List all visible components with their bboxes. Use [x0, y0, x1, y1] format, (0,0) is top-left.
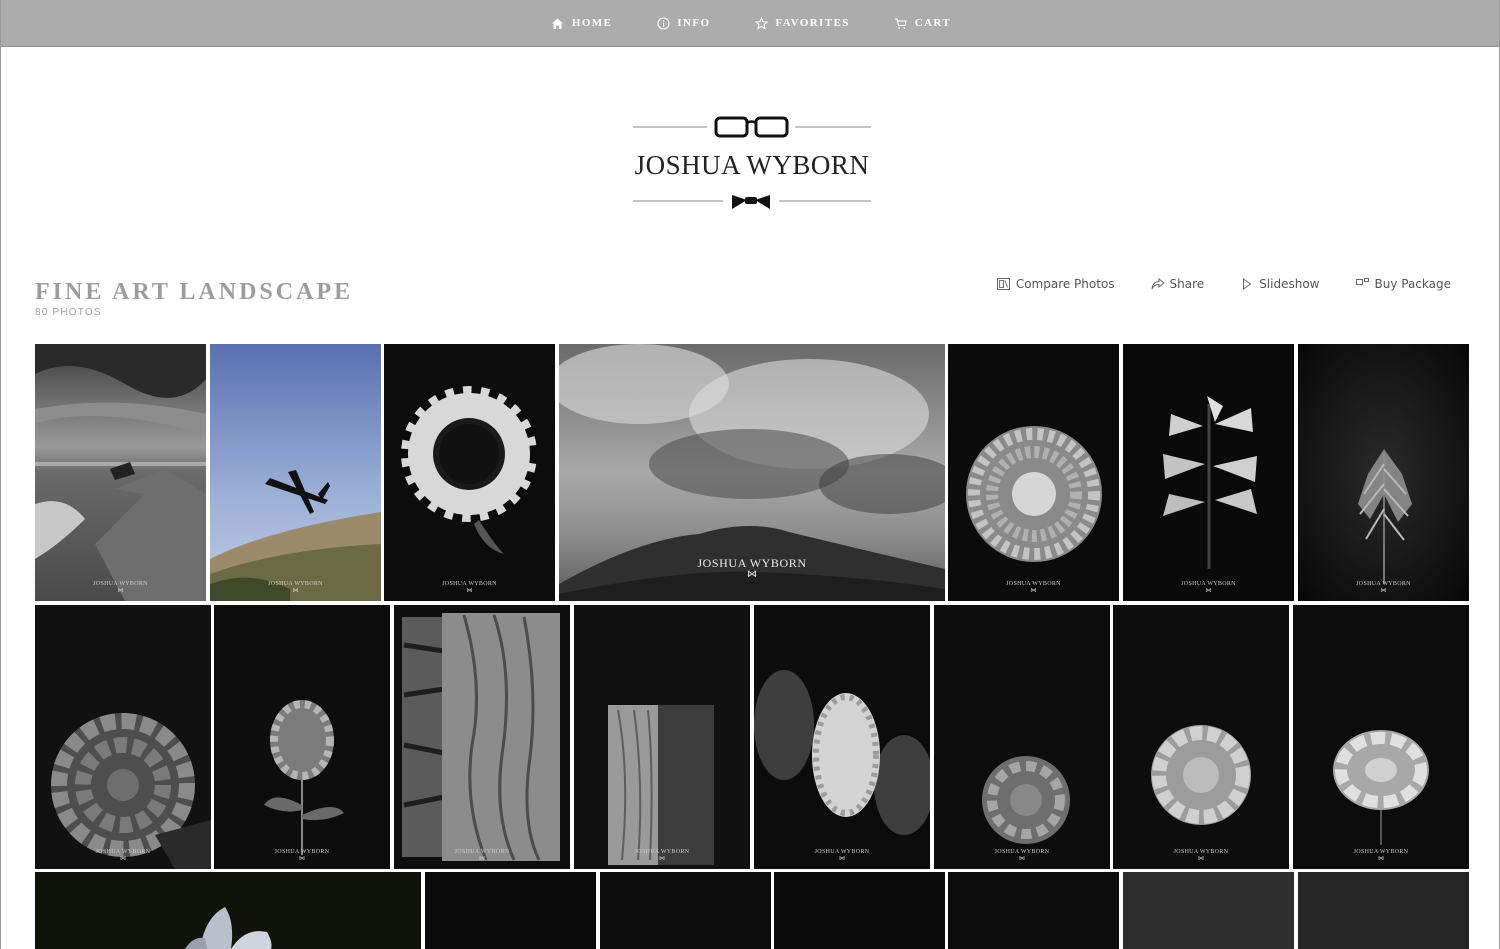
bowtie-icon: ⋈ [466, 588, 473, 594]
photo-log [574, 605, 750, 869]
photo-thumbnail[interactable]: JOSHUA WYBORN ⋈ [35, 344, 206, 601]
compare-photos-button[interactable]: Compare Photos [997, 277, 1115, 291]
bowtie-icon: ⋈ [1030, 588, 1037, 594]
bowtie-icon: ⋈ [479, 856, 485, 862]
play-icon [1240, 277, 1254, 291]
photo-watermark: JOSHUA WYBORN ⋈ [384, 581, 555, 595]
bowtie-icon: ⋈ [747, 569, 757, 580]
bowtie-icon: ⋈ [299, 856, 305, 862]
photo-thumbnail[interactable]: JOSHUA WYBORN ⋈ [1113, 605, 1289, 869]
photo-thumbnail[interactable] [35, 872, 421, 949]
photo-dahlia [948, 344, 1119, 601]
photo-grass-plume [1298, 344, 1469, 601]
photo-thumbnail[interactable] [600, 872, 771, 949]
photo-hydrangea [35, 605, 211, 869]
photo-watermark: JOSHUA WYBORN ⋈ [210, 581, 381, 595]
share-button[interactable]: Share [1151, 277, 1205, 291]
photo-watermark: JOSHUA WYBORN ⋈ [559, 556, 945, 580]
brand-name: JOSHUA WYBORN [634, 150, 870, 180]
photo-watermark: JOSHUA WYBORN ⋈ [574, 849, 750, 863]
photo-watermark: JOSHUA WYBORN ⋈ [948, 581, 1119, 595]
photo-thumbnail[interactable]: JOSHUA WYBORN ⋈ [559, 344, 945, 601]
photo-watermark: JOSHUA WYBORN ⋈ [35, 849, 211, 863]
photo-thumbnail[interactable]: JOSHUA WYBORN ⋈ [1293, 605, 1469, 869]
photo-thumbnail[interactable]: JOSHUA WYBORN ⋈ [1298, 344, 1469, 601]
photo-pier-waves [35, 344, 206, 601]
nav-info[interactable]: INFO [656, 0, 710, 47]
photo-thumbnail[interactable] [425, 872, 596, 949]
photo-count: 80 PHOTOS [35, 307, 102, 318]
package-icon [1355, 277, 1370, 291]
nav-cart[interactable]: CART [894, 0, 951, 47]
bowtie-icon: ⋈ [1205, 588, 1212, 594]
photo-watermark: JOSHUA WYBORN ⋈ [1123, 581, 1294, 595]
page-frame: HOME INFO FAVORITES CART JOSHUA WYBORN F… [0, 0, 1500, 949]
photo-thumbnail[interactable]: JOSHUA WYBORN ⋈ [384, 344, 555, 601]
nav-cart-label: CART [914, 17, 952, 29]
bowtie-icon: ⋈ [1378, 856, 1384, 862]
photo-watermark: JOSHUA WYBORN ⋈ [754, 849, 930, 863]
buy-package-label: Buy Package [1374, 277, 1452, 291]
share-icon [1151, 277, 1165, 291]
star-icon [754, 16, 768, 30]
photo-watermark: JOSHUA WYBORN ⋈ [35, 581, 206, 595]
slideshow-label: Slideshow [1259, 277, 1320, 291]
photo-thumbnail[interactable]: JOSHUA WYBORN ⋈ [214, 605, 390, 869]
bowtie-icon: ⋈ [659, 856, 665, 862]
photo-lilac [754, 605, 930, 869]
nav-favorites[interactable]: FAVORITES [754, 0, 849, 47]
nav-home-label: HOME [571, 17, 613, 29]
photo-thumbnail[interactable]: JOSHUA WYBORN ⋈ [1123, 344, 1294, 601]
photo-thumbnail[interactable]: JOSHUA WYBORN ⋈ [35, 605, 211, 869]
nav-info-label: INFO [677, 17, 711, 29]
buy-package-button[interactable]: Buy Package [1355, 277, 1452, 291]
photo-thumbnail[interactable] [1123, 872, 1294, 949]
photo-watermark: JOSHUA WYBORN ⋈ [1298, 581, 1469, 595]
photo-thumbnail[interactable] [774, 872, 945, 949]
photo-watermark: JOSHUA WYBORN ⋈ [934, 849, 1110, 863]
bowtie-icon: ⋈ [120, 856, 126, 862]
compare-icon [997, 277, 1011, 291]
nav-home[interactable]: HOME [551, 0, 612, 47]
photo-lilies [1123, 344, 1294, 601]
bowtie-icon: ⋈ [1380, 588, 1387, 594]
bowtie-icon: ⋈ [1198, 856, 1204, 862]
photo-hydrangea-stem [214, 605, 390, 869]
bowtie-icon: ⋈ [839, 856, 845, 862]
photo-watermark: JOSHUA WYBORN ⋈ [1113, 849, 1289, 863]
nav-favorites-label: FAVORITES [775, 17, 850, 29]
photo-thumbnail[interactable]: JOSHUA WYBORN ⋈ [394, 605, 570, 869]
info-icon [656, 16, 670, 30]
cart-icon [894, 16, 908, 30]
gallery-title: FINE ART LANDSCAPE [35, 279, 354, 305]
photo-thumbnail[interactable]: JOSHUA WYBORN ⋈ [948, 344, 1119, 601]
top-nav: HOME INFO FAVORITES CART [1, 0, 1499, 47]
photo-thumbnail[interactable] [1298, 872, 1469, 949]
bowtie-icon: ⋈ [117, 588, 124, 594]
bowtie-icon: ⋈ [292, 588, 299, 594]
photo-rose [934, 605, 1110, 869]
photo-flower-partial [35, 872, 421, 949]
photo-thumbnail[interactable]: JOSHUA WYBORN ⋈ [934, 605, 1110, 869]
photo-sunflower [384, 344, 555, 601]
gallery-actions: Compare Photos Share Slideshow Buy Packa… [961, 277, 1451, 291]
photo-watermark: JOSHUA WYBORN ⋈ [1293, 849, 1469, 863]
share-label: Share [1169, 277, 1205, 291]
photo-tree-bark [394, 605, 570, 869]
slideshow-button[interactable]: Slideshow [1240, 277, 1320, 291]
bowtie-icon: ⋈ [1019, 856, 1025, 862]
photo-thumbnail[interactable] [948, 872, 1119, 949]
photo-hydrangea-bloom [1113, 605, 1289, 869]
photo-thumbnail[interactable]: JOSHUA WYBORN ⋈ [210, 344, 381, 601]
photo-thumbnail[interactable]: JOSHUA WYBORN ⋈ [574, 605, 750, 869]
photo-thumbnail[interactable]: JOSHUA WYBORN ⋈ [754, 605, 930, 869]
photo-peony [1293, 605, 1469, 869]
compare-photos-label: Compare Photos [1015, 277, 1115, 291]
photo-watermark: JOSHUA WYBORN ⋈ [214, 849, 390, 863]
brand-logo[interactable]: JOSHUA WYBORN [631, 112, 873, 212]
home-icon [551, 16, 565, 30]
photo-airplane-sky [210, 344, 381, 601]
photo-watermark: JOSHUA WYBORN ⋈ [394, 849, 570, 863]
